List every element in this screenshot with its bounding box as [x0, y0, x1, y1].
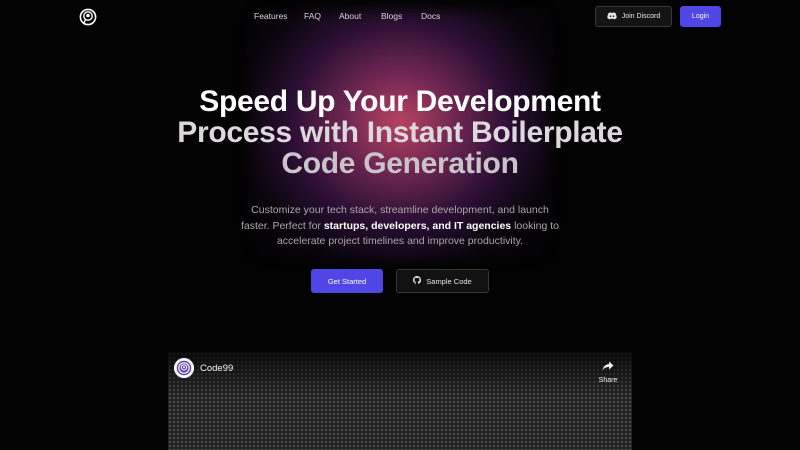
share-arrow-icon — [602, 361, 614, 371]
hero-title-line-2: Process with Instant Boilerplate — [177, 116, 623, 149]
get-started-button[interactable]: Get Started — [311, 269, 383, 293]
nav-link-docs[interactable]: Docs — [421, 11, 440, 21]
hero-title-line-1: Speed Up Your Development — [199, 85, 601, 118]
nav-link-features[interactable]: Features — [254, 11, 288, 21]
hero-title: Speed Up Your Development Process with I… — [150, 86, 650, 179]
share-label: Share — [598, 377, 618, 384]
github-icon — [413, 276, 422, 286]
code99-logo-icon — [176, 360, 192, 376]
nav-link-faq[interactable]: FAQ — [304, 11, 321, 21]
nav-link-about[interactable]: About — [339, 11, 361, 21]
login-button[interactable]: Login — [680, 6, 721, 27]
hero-title-line-3: Code Generation — [281, 147, 519, 180]
hero-subtitle-highlight: startups, developers, and IT agencies — [323, 219, 512, 232]
share-button[interactable]: Share — [596, 358, 620, 384]
sample-code-button[interactable]: Sample Code — [396, 269, 489, 293]
hero-subtitle: Customize your tech stack, streamline de… — [240, 203, 560, 250]
join-discord-label: Join Discord — [621, 13, 661, 20]
sample-code-label: Sample Code — [426, 276, 472, 286]
video-embed[interactable]: Code99 Share — [168, 352, 632, 450]
top-navbar: Features FAQ About Blogs Docs Join Disco… — [0, 0, 800, 34]
join-discord-button[interactable]: Join Discord — [595, 6, 672, 27]
channel-name[interactable]: Code99 — [200, 363, 233, 374]
code99-logo-icon[interactable] — [79, 8, 97, 26]
channel-avatar[interactable] — [174, 358, 194, 378]
nav-link-blogs[interactable]: Blogs — [381, 11, 402, 21]
discord-icon — [607, 11, 617, 22]
